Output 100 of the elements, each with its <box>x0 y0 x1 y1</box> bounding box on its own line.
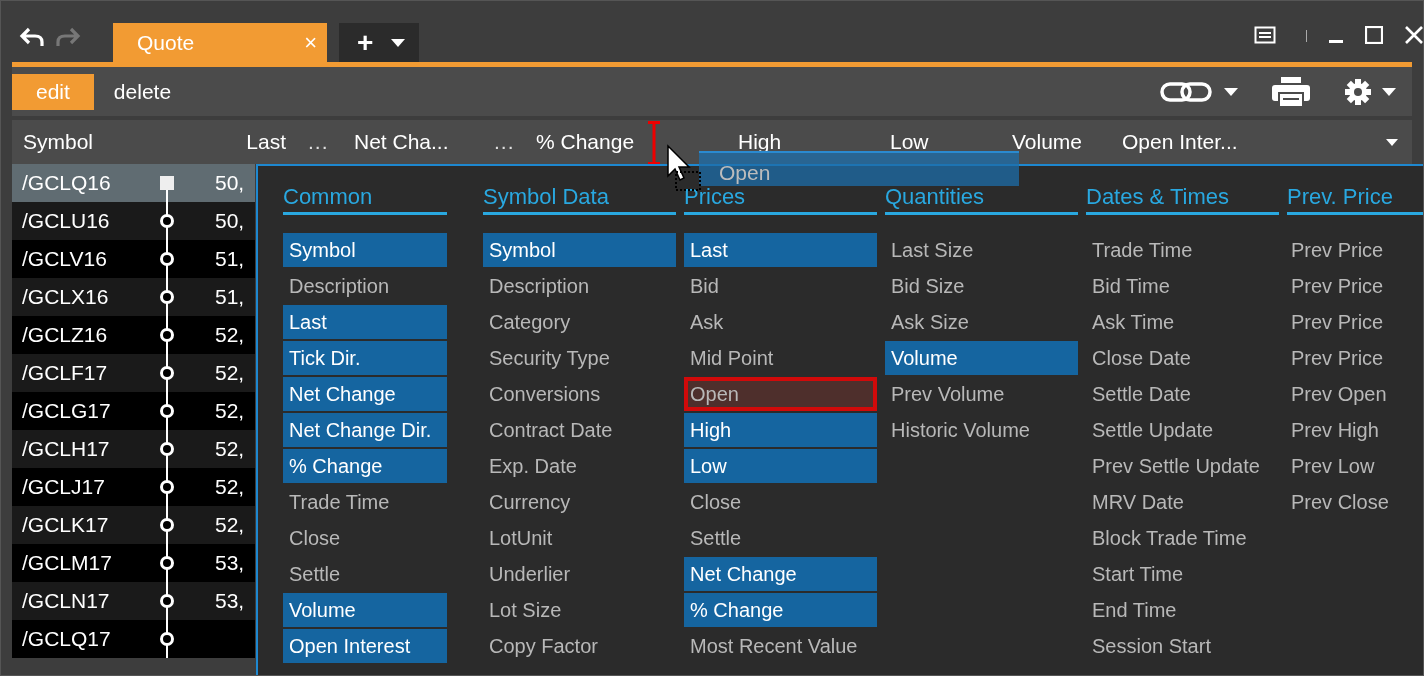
field-item[interactable]: Settle Date <box>1086 377 1279 411</box>
field-item[interactable]: Ask <box>684 305 877 339</box>
printer-icon[interactable] <box>1272 76 1310 107</box>
tree-node-icon <box>157 506 177 544</box>
column-header[interactable]: Net Cha... <box>354 130 470 154</box>
table-row[interactable]: /GCLV16 51, <box>12 240 255 278</box>
field-item[interactable]: High <box>684 413 877 447</box>
close-icon[interactable] <box>1405 26 1423 44</box>
field-item[interactable]: Security Type <box>483 341 676 375</box>
field-item[interactable]: Prev Low <box>1287 449 1423 483</box>
field-item[interactable]: Volume <box>283 593 447 627</box>
column-header[interactable]: Last <box>231 130 286 154</box>
field-item[interactable]: Symbol <box>483 233 676 267</box>
field-item[interactable]: Volume <box>885 341 1078 375</box>
field-item[interactable]: Tick Dir. <box>283 341 447 375</box>
field-item[interactable]: Prev Close <box>1287 485 1423 519</box>
field-item[interactable]: Prev Settle Update <box>1086 449 1279 483</box>
field-item[interactable]: Currency <box>483 485 676 519</box>
column-header[interactable]: Volume <box>1012 130 1102 154</box>
table-row[interactable]: /GCLZ16 52, <box>12 316 255 354</box>
settings-icon[interactable] <box>1344 77 1372 106</box>
column-header[interactable]: Open Inter... <box>1122 130 1238 154</box>
toolbar-button[interactable]: delete <box>95 73 190 110</box>
undo-icon[interactable] <box>19 26 45 48</box>
field-item[interactable]: Net Change Dir. <box>283 413 447 447</box>
field-item[interactable]: Copy Factor <box>483 629 676 663</box>
maximize-icon[interactable] <box>1365 26 1383 44</box>
field-item[interactable]: Open <box>684 377 877 411</box>
field-item[interactable]: MRV Date <box>1086 485 1279 519</box>
field-item[interactable]: % Change <box>283 449 447 483</box>
field-item[interactable]: Mid Point <box>684 341 877 375</box>
field-item[interactable]: Contract Date <box>483 413 676 447</box>
table-row[interactable]: /GCLU16 50, <box>12 202 255 240</box>
field-item[interactable]: Open Interest <box>283 629 447 663</box>
column-header[interactable]: ... <box>308 130 330 154</box>
link-icon[interactable] <box>1160 79 1214 104</box>
table-row[interactable]: /GCLJ17 52, <box>12 468 255 506</box>
table-row[interactable]: /GCLH17 52, <box>12 430 255 468</box>
field-item[interactable]: % Change <box>684 593 877 627</box>
field-item[interactable]: Ask Size <box>885 305 1078 339</box>
field-item[interactable]: Settle <box>283 557 447 591</box>
field-item[interactable]: Prev Price <box>1287 233 1423 267</box>
field-item[interactable]: Last <box>283 305 447 339</box>
window-menu-icon[interactable] <box>1254 26 1276 44</box>
field-item[interactable]: Prev Open <box>1287 377 1423 411</box>
caret-icon[interactable] <box>1382 87 1396 96</box>
table-row[interactable]: /GCLM17 53, <box>12 544 255 582</box>
field-item[interactable]: Exp. Date <box>483 449 676 483</box>
field-item[interactable]: Trade Time <box>1086 233 1279 267</box>
field-item[interactable]: Net Change <box>283 377 447 411</box>
field-item[interactable]: Close Date <box>1086 341 1279 375</box>
field-item[interactable]: Prev Volume <box>885 377 1078 411</box>
field-item[interactable]: End Time <box>1086 593 1279 627</box>
redo-icon[interactable] <box>55 26 81 48</box>
field-item[interactable]: Description <box>483 269 676 303</box>
table-row[interactable]: /GCLQ16 50, <box>12 164 255 202</box>
field-item[interactable]: Symbol <box>283 233 447 267</box>
field-item[interactable]: Category <box>483 305 676 339</box>
field-item[interactable]: Trade Time <box>283 485 447 519</box>
field-item[interactable]: Net Change <box>684 557 877 591</box>
field-item[interactable]: LotUnit <box>483 521 676 555</box>
field-item[interactable]: Last Size <box>885 233 1078 267</box>
field-item[interactable]: Prev High <box>1287 413 1423 447</box>
field-item[interactable]: Settle Update <box>1086 413 1279 447</box>
field-item[interactable]: Ask Time <box>1086 305 1279 339</box>
table-row[interactable]: /GCLG17 52, <box>12 392 255 430</box>
table-row[interactable]: /GCLQ17 <box>12 620 255 658</box>
field-item[interactable]: Prev Price <box>1287 269 1423 303</box>
field-item[interactable]: Prev Price <box>1287 305 1423 339</box>
field-item[interactable]: Bid Size <box>885 269 1078 303</box>
table-row[interactable]: /GCLK17 52, <box>12 506 255 544</box>
field-item[interactable]: Description <box>283 269 447 303</box>
field-item[interactable]: Settle <box>684 521 877 555</box>
field-item[interactable]: Lot Size <box>483 593 676 627</box>
field-item[interactable]: Low <box>684 449 877 483</box>
new-tab-button[interactable]: + <box>339 23 420 62</box>
column-header[interactable]: % Change <box>536 130 646 154</box>
field-item[interactable]: Historic Volume <box>885 413 1078 447</box>
field-item[interactable]: Prev Price <box>1287 341 1423 375</box>
column-header[interactable]: Symbol <box>23 130 231 154</box>
caret-icon[interactable] <box>1224 87 1238 96</box>
table-row[interactable]: /GCLX16 51, <box>12 278 255 316</box>
field-item[interactable]: Underlier <box>483 557 676 591</box>
field-item[interactable]: Bid Time <box>1086 269 1279 303</box>
table-row[interactable]: /GCLN17 53, <box>12 582 255 620</box>
field-item[interactable]: Bid <box>684 269 877 303</box>
field-item[interactable]: Close <box>684 485 877 519</box>
table-row[interactable]: /GCLF17 52, <box>12 354 255 392</box>
caret-icon[interactable] <box>1386 138 1398 146</box>
field-item[interactable]: Session Start <box>1086 629 1279 663</box>
field-item[interactable]: Close <box>283 521 447 555</box>
field-item[interactable]: Most Recent Value <box>684 629 877 663</box>
column-header[interactable]: Low <box>890 130 940 154</box>
field-item[interactable]: Last <box>684 233 877 267</box>
field-item[interactable]: Start Time <box>1086 557 1279 591</box>
minimize-icon[interactable] <box>1329 40 1343 44</box>
tree-node-icon <box>157 430 177 468</box>
column-header[interactable]: ... <box>494 130 516 154</box>
field-item[interactable]: Conversions <box>483 377 676 411</box>
field-item[interactable]: Block Trade Time <box>1086 521 1279 555</box>
